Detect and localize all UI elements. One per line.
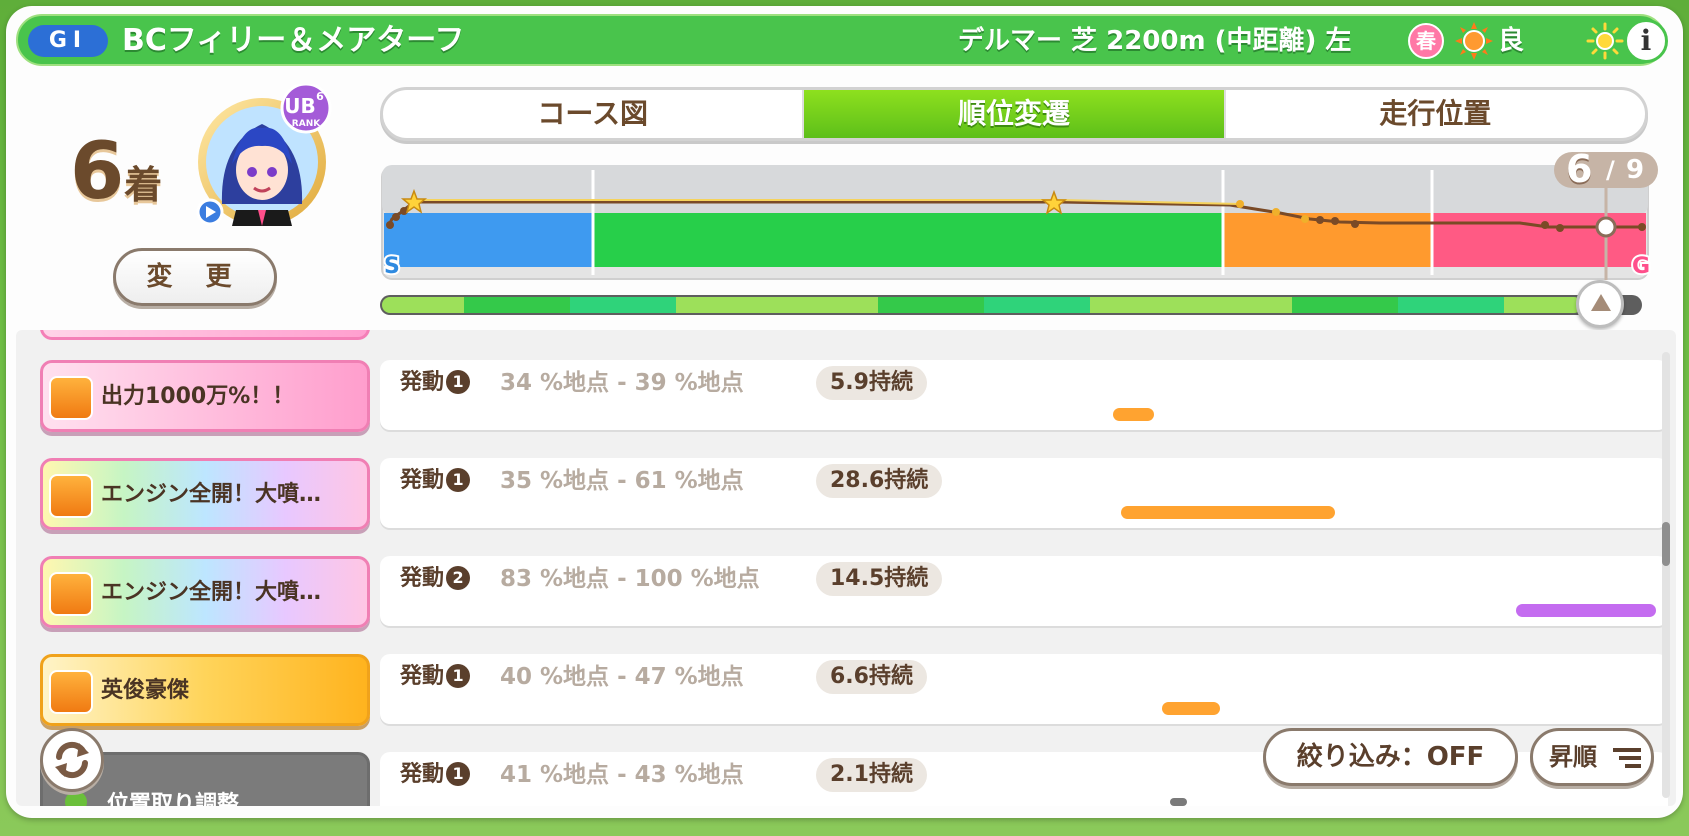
activation-bar <box>1121 506 1336 519</box>
position-current: 6 <box>1566 147 1593 191</box>
sun-icon <box>1455 22 1493 60</box>
tab-running-position[interactable]: 走行位置 <box>1226 90 1645 138</box>
activation-count: 1 <box>446 664 471 688</box>
sort-button[interactable]: 昇順 <box>1530 728 1654 786</box>
skill-card[interactable]: 出力1000万%！！ <box>40 360 370 432</box>
skill-card[interactable]: エンジン全開！大噴… <box>40 458 370 530</box>
position-chart-svg: S G <box>381 165 1652 281</box>
position-separator: / <box>1606 156 1615 184</box>
activation-count: 1 <box>446 370 471 394</box>
activation-range: 35 %地点 - 61 %地点 <box>500 468 744 494</box>
goal-label: G <box>1632 254 1650 279</box>
activation-count: 1 <box>446 762 471 786</box>
skill-name: エンジン全開！大噴… <box>101 580 322 605</box>
skill-icon <box>49 474 93 518</box>
activation-count: 2 <box>446 566 471 590</box>
skill-row: エンジン全開！大噴… 発動 2 83 %地点 - 100 %地点 14.5持続 <box>40 556 1668 628</box>
duration-badge: 28.6持続 <box>816 464 943 498</box>
info-button[interactable]: i <box>1624 19 1668 63</box>
activation-label: 発動 1 <box>400 760 471 790</box>
change-button[interactable]: 変 更 <box>113 248 277 306</box>
skill-type-icon <box>65 791 87 806</box>
skill-icon <box>49 670 93 714</box>
skill-icon <box>49 572 93 616</box>
current-position-marker <box>1595 216 1617 238</box>
activation-range: 40 %地点 - 47 %地点 <box>500 664 744 690</box>
skill-row: エンジン全開！大噴… 発動 1 35 %地点 - 61 %地点 28.6持続 <box>40 458 1668 530</box>
ground-condition: 良 <box>1498 26 1525 56</box>
toggle-button[interactable] <box>40 728 104 792</box>
activation-label: 発動 2 <box>400 564 471 594</box>
rank-suffix: 着 <box>124 163 163 207</box>
skill-card[interactable]: 英俊豪傑 <box>40 654 370 726</box>
activation-text: 発動 <box>400 762 445 787</box>
activation-text: 発動 <box>400 370 445 395</box>
activation-bar <box>1170 798 1187 806</box>
skill-name: エンジン全開！大噴… <box>101 482 322 507</box>
course-segment <box>592 213 1224 267</box>
skill-icon <box>49 376 93 420</box>
rank-number: 6 <box>70 127 125 217</box>
duration-badge: 14.5持続 <box>816 562 943 596</box>
view-tabs: コース図 順位変遷 走行位置 <box>380 87 1648 141</box>
finish-rank: 6着 <box>70 132 162 212</box>
svg-text:6: 6 <box>316 90 324 103</box>
skill-name: 出力1000万%！！ <box>101 384 295 409</box>
duration-badge: 2.1持続 <box>816 758 927 792</box>
skill-name: 位置取り調整 <box>107 792 240 806</box>
position-counter: 6 / 9 <box>1554 148 1658 190</box>
activation-range: 41 %地点 - 43 %地点 <box>500 762 744 788</box>
race-info: デルマー 芝 2200m (中距離) 左 <box>958 26 1352 56</box>
skill-row: 出力1000万%！！ 発動 1 34 %地点 - 39 %地点 5.9持続 <box>40 360 1668 432</box>
activation-label: 発動 1 <box>400 662 471 692</box>
chart-upper-band <box>382 165 1648 215</box>
scrollbar-thumb[interactable] <box>1662 522 1670 566</box>
activation-text: 発動 <box>400 468 445 493</box>
activation-text: 発動 <box>400 566 445 591</box>
sort-label: 昇順 <box>1549 743 1597 771</box>
character-avatar[interactable]: UB 6 RANK <box>192 84 332 230</box>
skill-name: 英俊豪傑 <box>101 678 190 703</box>
skill-card-partial[interactable] <box>40 330 370 340</box>
activation-range: 34 %地点 - 39 %地点 <box>500 370 744 396</box>
race-name: BCフィリー＆メアターフ <box>122 23 465 58</box>
tab-position-history[interactable]: 順位変遷 <box>804 90 1226 138</box>
grade-badge: GⅠ <box>28 25 108 57</box>
refresh-icon <box>55 741 89 779</box>
tab-course-map[interactable]: コース図 <box>383 90 805 138</box>
duration-badge: 5.9持続 <box>816 366 927 400</box>
activation-bar <box>1112 408 1154 421</box>
skill-list-scrollbar[interactable] <box>1662 352 1670 798</box>
svg-text:RANK: RANK <box>292 119 321 129</box>
activation-label: 発動 1 <box>400 466 471 496</box>
season-badge: 春 <box>1408 23 1444 59</box>
sort-order-icon <box>1613 748 1641 768</box>
timeline-slider[interactable] <box>380 292 1642 318</box>
filter-button[interactable]: 絞り込み：OFF <box>1263 728 1518 786</box>
race-header: GⅠ BCフィリー＆メアターフ デルマー 芝 2200m (中距離) 左 春 良… <box>16 14 1668 66</box>
position-chart: S G <box>380 165 1652 285</box>
course-segment <box>384 213 593 267</box>
timeline-slider-handle[interactable] <box>1576 280 1624 328</box>
activation-range: 83 %地点 - 100 %地点 <box>500 566 760 592</box>
activation-bar <box>1162 702 1220 715</box>
activation-count: 1 <box>446 468 471 492</box>
svg-text:UB: UB <box>284 94 315 118</box>
skill-row: 英俊豪傑 発動 1 40 %地点 - 47 %地点 6.6持続 <box>40 654 1668 726</box>
activation-label: 発動 1 <box>400 368 471 398</box>
duration-badge: 6.6持続 <box>816 660 927 694</box>
start-label: S <box>384 254 400 279</box>
skill-card[interactable]: エンジン全開！大噴… <box>40 556 370 628</box>
activation-bar <box>1516 604 1656 617</box>
rank-badge-icon: UB 6 RANK <box>280 84 332 134</box>
position-total: 9 <box>1626 155 1645 185</box>
weather-sunny-icon <box>1586 22 1624 60</box>
activation-text: 発動 <box>400 664 445 689</box>
